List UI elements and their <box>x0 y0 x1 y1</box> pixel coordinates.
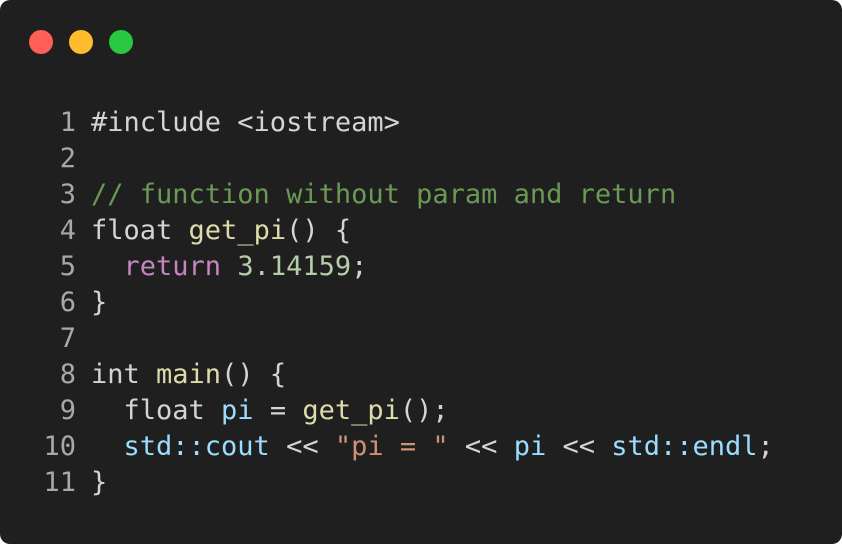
line-source: // function without param and return <box>91 177 676 213</box>
code-token-plain: << <box>448 431 514 462</box>
code-block: 1 #include <iostream> 2 3 // function withou… <box>0 105 842 501</box>
code-line: 4 float get_pi() { <box>0 213 842 249</box>
line-number: 4 <box>59 215 76 246</box>
code-token-function: main <box>156 359 222 390</box>
code-token-variable: std::endl <box>611 431 758 462</box>
line-number: 6 <box>59 287 76 318</box>
code-token-plain: () { <box>286 215 352 246</box>
code-token-plain: float <box>91 215 189 246</box>
code-token-keyword: return <box>123 251 222 282</box>
line-source: float get_pi() { <box>91 213 351 249</box>
code-line: 7 <box>0 321 842 357</box>
code-token-plain: } <box>91 467 108 498</box>
line-number: 8 <box>59 359 76 390</box>
line-source: std::cout << "pi = " << pi << std::endl; <box>91 429 774 465</box>
code-token-plain: = <box>253 395 303 426</box>
code-token-comment: // function without param and return <box>91 179 677 210</box>
line-number: 11 <box>43 467 76 498</box>
line-number: 2 <box>59 143 76 174</box>
code-token-plain: ; <box>757 431 774 462</box>
code-token-plain: (); <box>399 395 449 426</box>
window-titlebar <box>0 0 842 84</box>
code-line: 11} <box>0 465 842 501</box>
code-line: 10 std::cout << "pi = " << pi << std::en… <box>0 429 842 465</box>
code-line: 9 float pi = get_pi(); <box>0 393 842 429</box>
code-token-variable: std::cout <box>123 431 270 462</box>
code-token-function: get_pi <box>302 395 400 426</box>
close-window-button[interactable] <box>29 30 53 54</box>
line-source: return 3.14159; <box>91 249 368 285</box>
line-number: 9 <box>59 395 76 426</box>
line-number: 1 <box>59 107 76 138</box>
code-token-plain: () { <box>221 359 287 390</box>
line-number: 7 <box>59 323 76 354</box>
line-source: int main() { <box>91 357 286 393</box>
code-token-variable: pi <box>221 395 254 426</box>
code-line: 1 #include <iostream> <box>0 105 842 141</box>
code-line: 5 return 3.14159; <box>0 249 842 285</box>
zoom-window-button[interactable] <box>109 30 133 54</box>
code-token-number: 3.14159 <box>237 251 352 282</box>
code-line: 3 // function without param and return <box>0 177 842 213</box>
code-token-plain: int <box>91 359 157 390</box>
line-source: } <box>91 465 107 501</box>
code-line: 8 int main() { <box>0 357 842 393</box>
code-token-function: get_pi <box>188 215 287 246</box>
line-number: 10 <box>43 431 76 462</box>
code-token-plain: ; <box>351 251 368 282</box>
minimize-window-button[interactable] <box>69 30 93 54</box>
code-token-variable: pi <box>513 431 547 462</box>
code-window: 1 #include <iostream> 2 3 // function withou… <box>0 0 842 544</box>
code-token-plain: } <box>91 287 108 318</box>
line-source: float pi = get_pi(); <box>91 393 449 429</box>
line-number: 3 <box>59 179 76 210</box>
code-token-plain: << <box>546 431 612 462</box>
code-token-plain: float <box>91 395 222 426</box>
code-token-string: "pi = " <box>334 431 449 462</box>
line-source: #include <iostream> <box>91 105 400 141</box>
line-source: } <box>91 285 107 321</box>
code-token-plain: << <box>269 431 335 462</box>
code-line: 6} <box>0 285 842 321</box>
line-number: 5 <box>59 251 76 282</box>
code-line: 2 <box>0 141 842 177</box>
code-token-plain: #include <iostream> <box>91 107 400 138</box>
